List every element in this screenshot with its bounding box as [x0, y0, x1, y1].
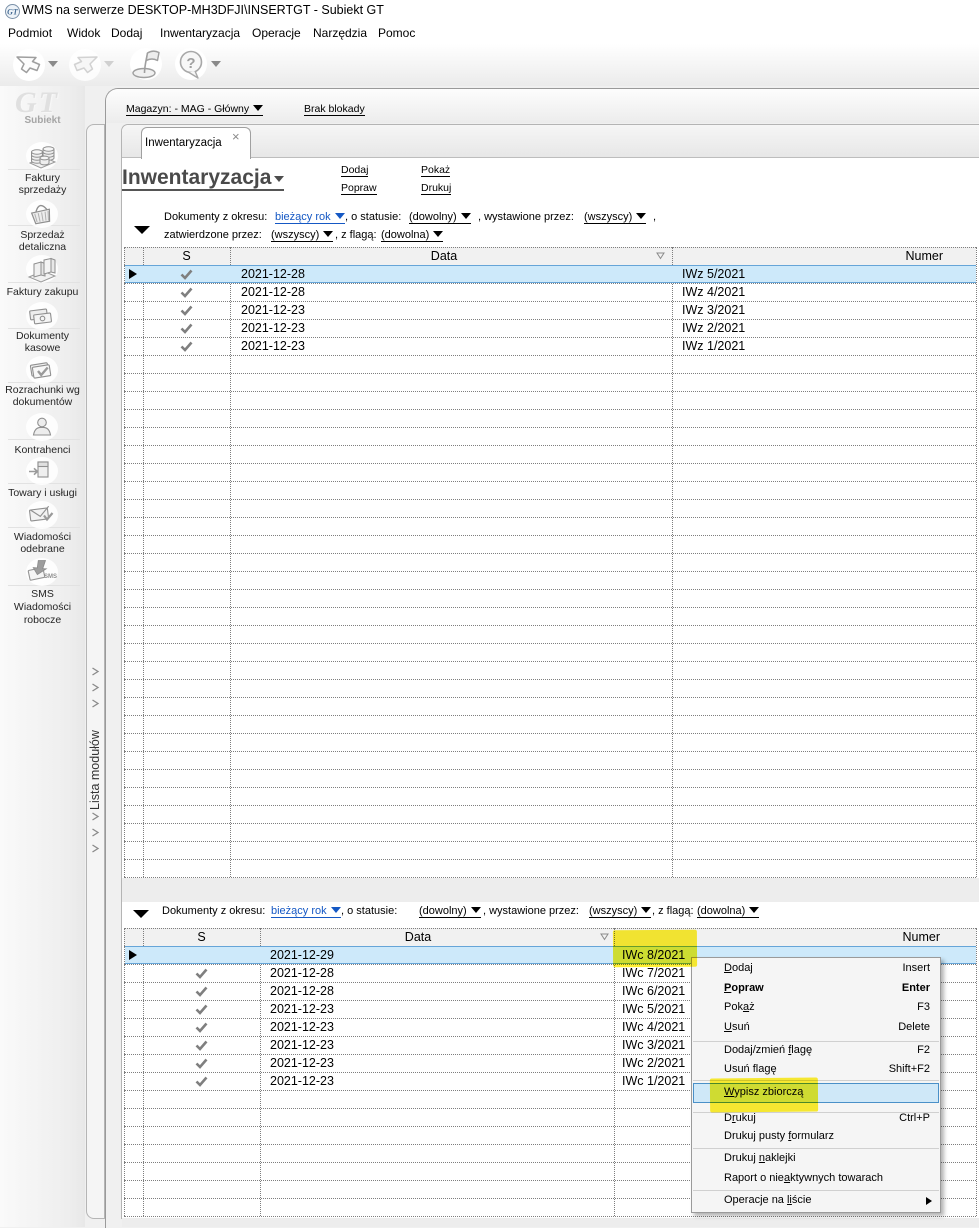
svg-text:?: ? — [186, 55, 195, 72]
svg-text:SMS: SMS — [44, 574, 57, 580]
svg-text:GT: GT — [7, 8, 19, 17]
